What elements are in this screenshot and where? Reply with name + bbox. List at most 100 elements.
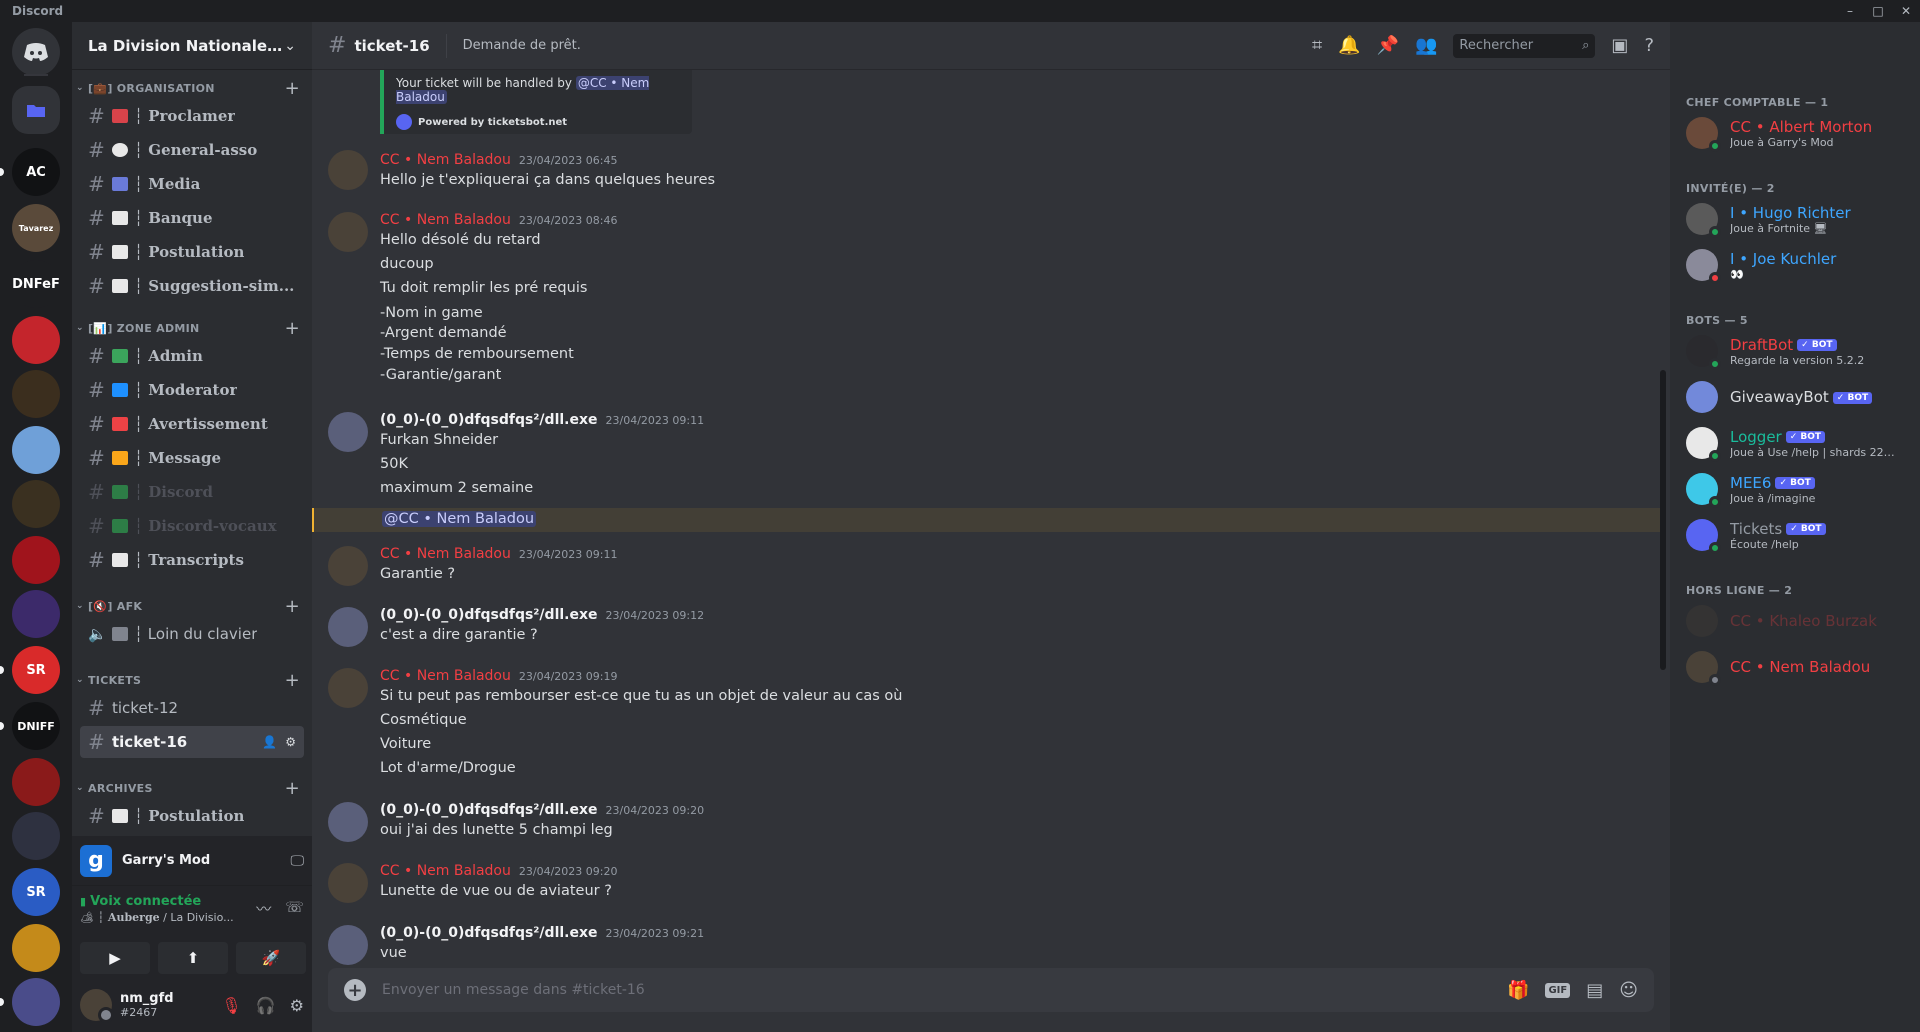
member-item[interactable]: CC • Nem Baladou: [1678, 645, 1912, 689]
channel-postulation[interactable]: # ┆ Postulation: [80, 236, 304, 268]
server-icon[interactable]: SR: [12, 868, 60, 916]
gif-button[interactable]: GIF: [1545, 982, 1571, 998]
category-afk[interactable]: ⌄ [🔇] AFK +: [72, 596, 312, 617]
message-author[interactable]: (0_0)-(0_0)dfqsdfqs²/dll.exe: [380, 925, 598, 941]
avatar[interactable]: [328, 412, 368, 452]
server-icon[interactable]: [12, 590, 60, 638]
server-icon[interactable]: SR: [12, 646, 60, 694]
pin-icon[interactable]: 📌: [1377, 35, 1399, 56]
avatar[interactable]: [328, 863, 368, 903]
member-item[interactable]: GiveawayBot ✓ BOT: [1678, 375, 1912, 419]
member-item[interactable]: MEE6 ✓ BOT Joue à /imagine: [1678, 467, 1912, 511]
server-icon[interactable]: [12, 812, 60, 860]
maximize-button[interactable]: □: [1864, 0, 1892, 22]
channel-suggestion[interactable]: # ┆ Suggestion-sim...: [80, 270, 304, 302]
message-author[interactable]: CC • Nem Baladou: [380, 863, 511, 879]
add-channel-icon[interactable]: +: [285, 596, 300, 617]
headphones-icon[interactable]: 🎧: [256, 996, 276, 1015]
screen-share-icon[interactable]: ⬆: [158, 942, 228, 974]
avatar[interactable]: [80, 989, 114, 1023]
user-mention[interactable]: @CC • Nem Baladou: [382, 511, 537, 527]
server-icon[interactable]: [12, 480, 60, 528]
emoji-icon[interactable]: ☺: [1619, 980, 1638, 1001]
members-list-icon[interactable]: 👥: [1415, 35, 1437, 56]
search-input[interactable]: Rechercher ⌕: [1453, 33, 1596, 58]
close-button[interactable]: ✕: [1892, 0, 1920, 22]
server-icon[interactable]: [12, 978, 60, 1026]
message-author[interactable]: CC • Nem Baladou: [380, 212, 511, 228]
bell-icon[interactable]: 🔔: [1338, 35, 1360, 56]
server-icon[interactable]: Tavarez: [12, 204, 60, 252]
member-item[interactable]: I • Hugo Richter Joue à Fortnite 🖥: [1678, 197, 1912, 241]
server-icon[interactable]: AC: [12, 148, 60, 196]
monitor-icon[interactable]: 🖵: [291, 853, 305, 869]
channel-admin[interactable]: # ┆ Admin: [80, 340, 304, 372]
channel-archive-postulation[interactable]: # ┆ Postulation: [80, 800, 304, 832]
avatar[interactable]: [328, 802, 368, 842]
channel-discord[interactable]: # ┆ Discord: [80, 476, 304, 508]
add-channel-icon[interactable]: +: [285, 318, 300, 339]
server-icon[interactable]: [12, 758, 60, 806]
server-icon[interactable]: DNIFF: [12, 702, 60, 750]
help-icon[interactable]: ?: [1644, 35, 1654, 56]
avatar[interactable]: [328, 212, 368, 252]
channel-transcripts[interactable]: # ┆ Transcripts: [80, 544, 304, 576]
server-icon[interactable]: [12, 426, 60, 474]
channel-proclamer[interactable]: # ┆ Proclamer: [80, 100, 304, 132]
mute-microphone-icon[interactable]: 🎙: [221, 996, 241, 1015]
member-item[interactable]: I • Joe Kuchler 👀: [1678, 243, 1912, 287]
channel-general-asso[interactable]: # ┆ General-asso: [80, 134, 304, 166]
server-icon[interactable]: [12, 316, 60, 364]
channel-avertissement[interactable]: # ┆ Avertissement: [80, 408, 304, 440]
channel-ticket-16[interactable]: # ticket-16 👤 ⚙: [80, 726, 304, 758]
add-channel-icon[interactable]: +: [285, 670, 300, 691]
message-author[interactable]: (0_0)-(0_0)dfqsdfqs²/dll.exe: [380, 607, 598, 623]
minimize-button[interactable]: –: [1836, 0, 1864, 22]
category-organisation[interactable]: ⌄ [💼] ORGANISATION +: [72, 78, 312, 99]
home-button[interactable]: [12, 28, 60, 76]
add-channel-icon[interactable]: +: [285, 778, 300, 799]
scrollbar[interactable]: [1660, 370, 1666, 670]
member-item[interactable]: CC • Albert Morton Joue à Garry's Mod: [1678, 111, 1912, 155]
category-tickets[interactable]: ⌄ TICKETS +: [72, 670, 312, 691]
message-author[interactable]: CC • Nem Baladou: [380, 546, 511, 562]
server-icon[interactable]: [12, 924, 60, 972]
channel-banque[interactable]: # ┆ Banque: [80, 202, 304, 234]
avatar[interactable]: [328, 925, 368, 965]
invite-icon[interactable]: 👤: [262, 735, 277, 749]
server-icon[interactable]: [12, 536, 60, 584]
add-channel-icon[interactable]: +: [285, 78, 300, 99]
channel-media[interactable]: # ┆ Media: [80, 168, 304, 200]
server-icon[interactable]: [12, 370, 60, 418]
message-input[interactable]: Envoyer un message dans #ticket-16: [382, 982, 1507, 998]
noise-suppression-icon[interactable]: 〰: [256, 898, 271, 919]
avatar[interactable]: [328, 668, 368, 708]
avatar[interactable]: [328, 607, 368, 647]
member-item[interactable]: CC • Khaleo Burzak: [1678, 599, 1912, 643]
member-item[interactable]: Logger ✓ BOT Joue à Use /help | shards 224…: [1678, 421, 1912, 465]
channel-moderator[interactable]: # ┆ Moderator: [80, 374, 304, 406]
channel-discord-vocaux[interactable]: # ┆ Discord-vocaux: [80, 510, 304, 542]
threads-icon[interactable]: ⌗: [1312, 35, 1322, 56]
message-author[interactable]: (0_0)-(0_0)dfqsdfqs²/dll.exe: [380, 802, 598, 818]
video-camera-icon[interactable]: ▶: [80, 942, 150, 974]
message-author[interactable]: CC • Nem Baladou: [380, 668, 511, 684]
member-item[interactable]: Tickets ✓ BOT Écoute /help: [1678, 513, 1912, 557]
inbox-icon[interactable]: ▣: [1611, 35, 1628, 56]
avatar[interactable]: [328, 546, 368, 586]
channel-topic[interactable]: Demande de prêt.: [463, 38, 581, 53]
avatar[interactable]: [328, 150, 368, 190]
member-item[interactable]: DraftBot ✓ BOT Regarde la version 5.2.2: [1678, 329, 1912, 373]
guild-header[interactable]: La Division Nationale d'I... ⌄: [72, 22, 312, 70]
server-icon[interactable]: DNFeF: [12, 260, 60, 308]
gift-icon[interactable]: 🎁: [1507, 980, 1529, 1001]
channel-ticket-12[interactable]: # ticket-12: [80, 692, 304, 724]
sticker-icon[interactable]: ▤: [1586, 980, 1603, 1001]
message-author[interactable]: (0_0)-(0_0)dfqsdfqs²/dll.exe: [380, 412, 598, 428]
folder-button[interactable]: [12, 86, 60, 134]
channel-message[interactable]: # ┆ Message: [80, 442, 304, 474]
disconnect-icon[interactable]: ☏: [285, 898, 304, 919]
upload-plus-icon[interactable]: +: [344, 979, 366, 1001]
gear-icon[interactable]: ⚙: [285, 735, 296, 749]
activity-rocket-icon[interactable]: 🚀: [236, 942, 306, 974]
